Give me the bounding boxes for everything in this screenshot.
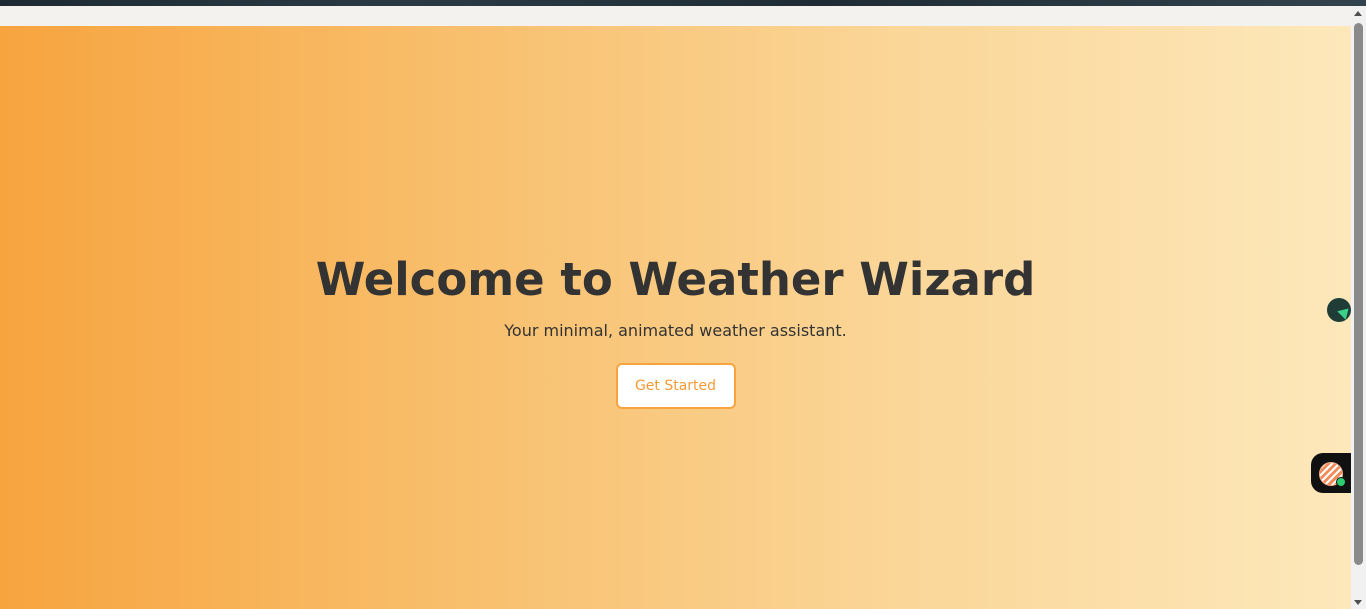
hero-section: Welcome to Weather Wizard Your minimal, …	[0, 26, 1351, 609]
hero-content: Welcome to Weather Wizard Your minimal, …	[0, 250, 1351, 409]
scroll-up-arrow-icon[interactable]	[1354, 11, 1362, 16]
vertical-scrollbar[interactable]	[1351, 6, 1366, 609]
page-title: Welcome to Weather Wizard	[315, 253, 1036, 306]
scroll-thumb[interactable]	[1354, 23, 1363, 565]
chat-assistant-launcher[interactable]	[1311, 453, 1351, 493]
page-subtitle: Your minimal, animated weather assistant…	[504, 321, 847, 340]
online-status-dot	[1336, 477, 1346, 487]
get-started-button[interactable]: Get Started	[615, 363, 736, 409]
grammarly-style-assistant-icon[interactable]	[1327, 298, 1351, 322]
scroll-down-arrow-icon[interactable]	[1354, 600, 1362, 605]
browser-top-band	[0, 6, 1351, 26]
